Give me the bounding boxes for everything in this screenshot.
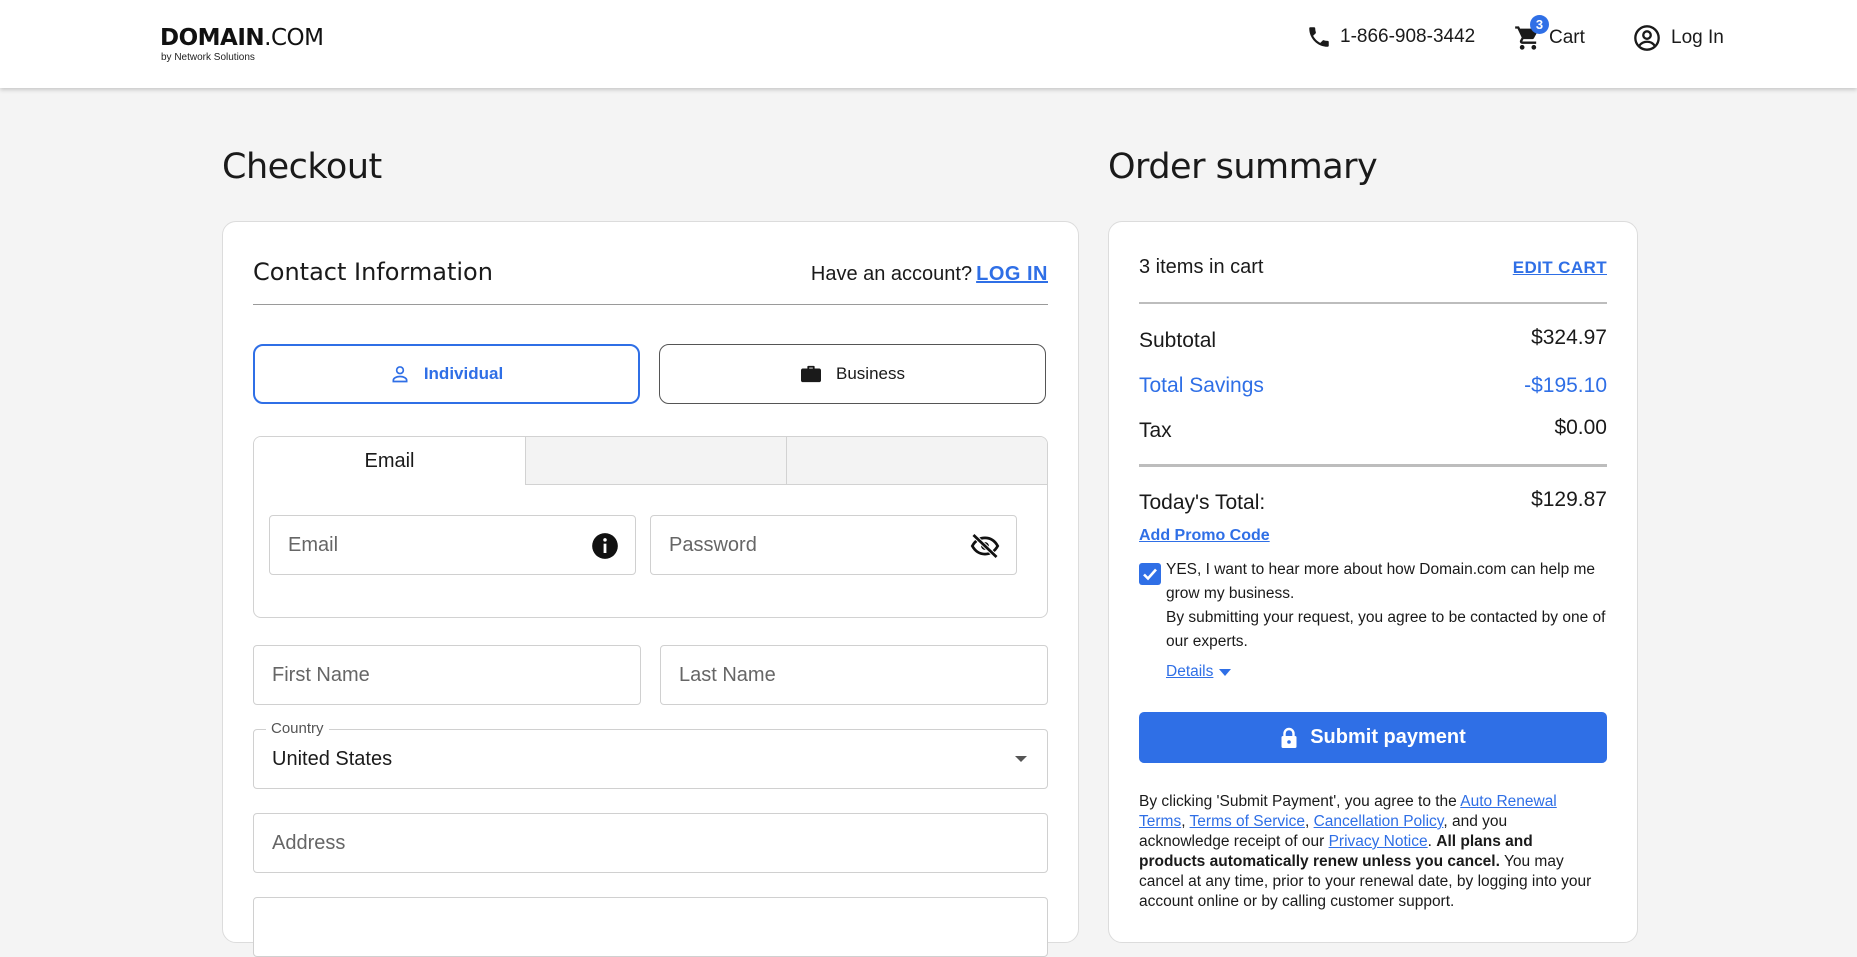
- country-value: United States: [272, 748, 393, 770]
- contact-divider: [253, 304, 1048, 305]
- business-label: Business: [836, 364, 905, 383]
- submit-payment-button[interactable]: Submit payment: [1139, 712, 1607, 763]
- login-label: Log In: [1671, 27, 1724, 48]
- consent-line-1: YES, I want to hear more about how Domai…: [1166, 561, 1596, 602]
- top-navbar: DOMAIN.COM by Network Solutions 1-866-90…: [0, 0, 1857, 88]
- cart-link[interactable]: 3 Cart: [1514, 15, 1585, 52]
- tax-label: Tax: [1139, 419, 1172, 442]
- phone-number: 1-866-908-3442: [1340, 26, 1476, 47]
- order-summary-title: Order summary: [1108, 147, 1378, 187]
- order-summary-card: 3 items in cart EDIT CART Subtotal $324.…: [1108, 221, 1638, 943]
- tab-2[interactable]: [526, 437, 787, 485]
- have-account-prompt: Have an account? LOG IN: [811, 263, 1048, 286]
- terms-of-service-link[interactable]: Terms of Service: [1190, 813, 1305, 830]
- contact-information-card: Contact Information Have an account? LOG …: [222, 221, 1079, 957]
- next-input[interactable]: [254, 898, 1047, 956]
- first-name-input[interactable]: [254, 646, 640, 704]
- add-promo-code-link[interactable]: Add Promo Code: [1139, 527, 1270, 545]
- password-input[interactable]: [651, 516, 1016, 574]
- cart-count-badge: 3: [1530, 15, 1549, 34]
- submit-payment-label: Submit payment: [1310, 726, 1466, 748]
- contact-information-heading: Contact Information: [253, 258, 493, 286]
- login-link-inline[interactable]: LOG IN: [976, 263, 1048, 285]
- summary-divider-top: [1139, 302, 1607, 304]
- country-label: Country: [266, 720, 329, 737]
- country-select[interactable]: Country United States: [253, 720, 1048, 789]
- individual-button[interactable]: Individual: [253, 344, 640, 404]
- cancellation-policy-link[interactable]: Cancellation Policy: [1314, 813, 1444, 830]
- edit-cart-link[interactable]: EDIT CART: [1513, 258, 1607, 278]
- total-savings-label: Total Savings: [1139, 374, 1264, 397]
- cart-icon: 3: [1514, 15, 1549, 52]
- tab-3[interactable]: [787, 437, 1047, 485]
- account-circle-icon: [1634, 25, 1660, 51]
- have-account-text: Have an account?: [810, 263, 973, 285]
- todays-total-label: Today's Total:: [1139, 491, 1266, 514]
- last-name-field: [660, 645, 1048, 705]
- briefcase-icon: [801, 365, 821, 383]
- phone-link[interactable]: 1-866-908-3442: [1306, 24, 1475, 50]
- business-button[interactable]: Business: [659, 344, 1046, 404]
- privacy-notice-link[interactable]: Privacy Notice: [1329, 833, 1428, 850]
- consent-line-2: By submitting your request, you agree to…: [1166, 609, 1606, 650]
- subtotal-value: $324.97: [1531, 326, 1607, 349]
- next-field: [253, 897, 1048, 957]
- chevron-down-icon: [1015, 756, 1027, 762]
- login-link[interactable]: Log In: [1633, 24, 1724, 52]
- checkmark-icon: [1143, 568, 1157, 581]
- cart-label: Cart: [1549, 27, 1585, 48]
- summary-divider-bottom: [1139, 464, 1607, 467]
- logo-subtitle: by Network Solutions: [161, 52, 255, 63]
- password-field: [650, 515, 1017, 575]
- email-field: [269, 515, 636, 575]
- address-input[interactable]: [254, 814, 1047, 872]
- login-method-tabs: Email: [253, 436, 1048, 618]
- logo-wordmark: DOMAIN.COM: [160, 25, 324, 51]
- last-name-input[interactable]: [661, 646, 1047, 704]
- todays-total-value: $129.87: [1531, 488, 1607, 511]
- details-toggle[interactable]: Details: [1166, 663, 1232, 681]
- email-input[interactable]: [270, 516, 635, 574]
- items-in-cart: 3 items in cart: [1139, 256, 1264, 278]
- tax-value: $0.00: [1554, 416, 1607, 439]
- person-icon: [392, 366, 408, 383]
- legal-disclaimer: By clicking 'Submit Payment', you agree …: [1139, 793, 1592, 910]
- total-savings-value: -$195.10: [1524, 374, 1607, 397]
- domain-logo[interactable]: DOMAIN.COM by Network Solutions: [160, 24, 324, 64]
- checkout-title: Checkout: [222, 147, 382, 187]
- info-icon[interactable]: [591, 532, 619, 560]
- marketing-consent-checkbox[interactable]: [1139, 563, 1161, 585]
- consent-text: YES, I want to hear more about how Domai…: [1166, 558, 1611, 654]
- individual-label: Individual: [423, 364, 504, 383]
- phone-icon: [1309, 27, 1329, 47]
- eye-off-icon[interactable]: [970, 532, 1000, 560]
- tab-email[interactable]: Email: [254, 437, 526, 485]
- first-name-field: [253, 645, 641, 705]
- details-label: Details: [1166, 663, 1214, 680]
- address-field: [253, 813, 1048, 873]
- lock-icon: [1281, 727, 1297, 748]
- caret-down-icon: [1219, 668, 1232, 676]
- subtotal-label: Subtotal: [1139, 329, 1217, 352]
